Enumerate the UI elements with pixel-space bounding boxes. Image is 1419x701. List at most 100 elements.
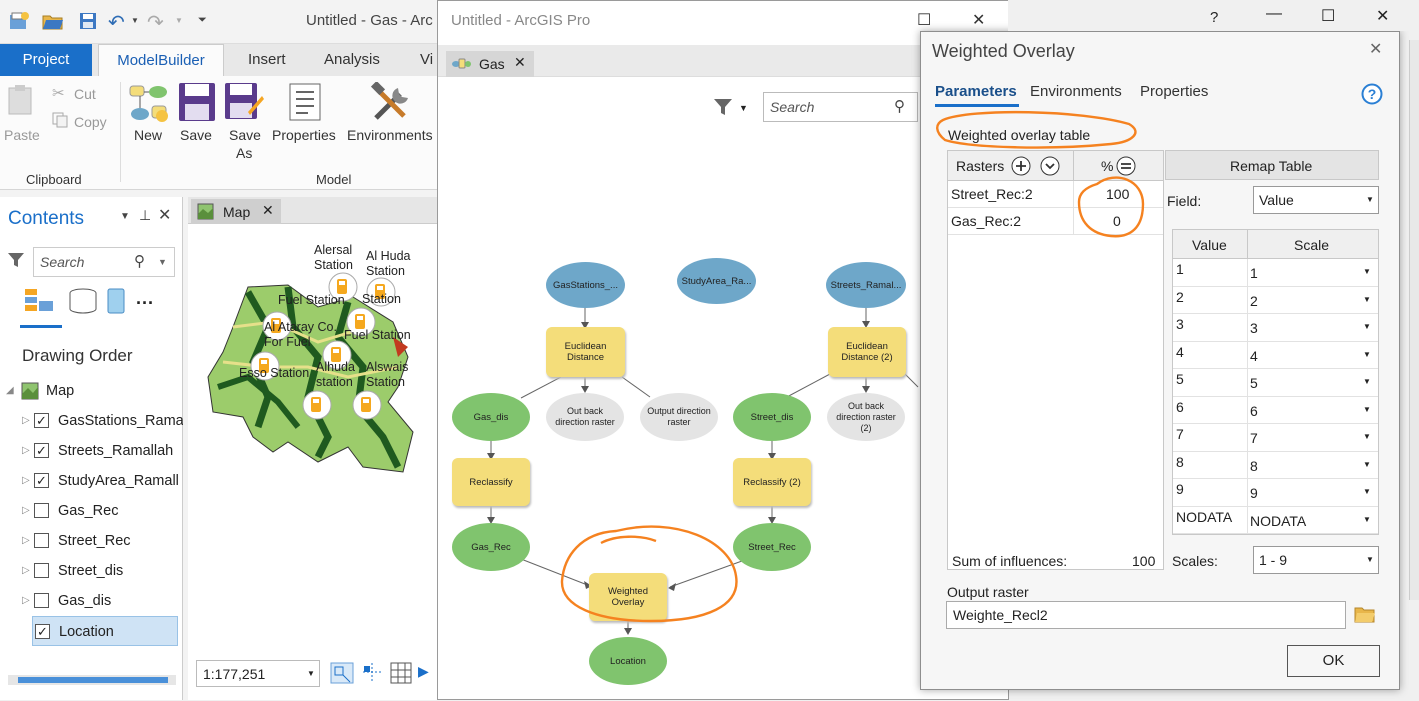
layer-row[interactable]: ▷ Street_Rec (0, 526, 183, 556)
remap-row[interactable]: 2 2 ▼ (1173, 286, 1378, 314)
customize-qat-icon[interactable]: ⏷ (198, 14, 207, 27)
remap-scale[interactable]: NODATA (1250, 513, 1306, 529)
remap-scale[interactable]: 5 (1250, 375, 1258, 391)
properties-button[interactable]: Properties (272, 127, 336, 143)
remap-value[interactable]: 9 (1176, 481, 1184, 497)
chevron-down-icon[interactable]: ▼ (1363, 460, 1371, 469)
model-node-studyarea[interactable]: StudyArea_Ra... (677, 258, 756, 304)
layer-row[interactable]: ▷ ✓ Streets_Ramallah (0, 436, 183, 466)
remap-scale[interactable]: 4 (1250, 348, 1258, 364)
remap-scale[interactable]: 2 (1250, 293, 1258, 309)
model-node-output-direction[interactable]: Output direction raster (640, 393, 718, 441)
expand-icon[interactable]: ▷ (22, 406, 30, 436)
layer-checkbox[interactable] (34, 503, 49, 518)
layer-checkbox[interactable]: ✓ (34, 473, 49, 488)
tab-project[interactable]: Project (0, 44, 92, 76)
pane-menu-icon[interactable]: ▼ (120, 211, 130, 222)
tab-analysis[interactable]: Analysis (310, 44, 394, 76)
model-tool-reclassify[interactable]: Reclassify (452, 458, 530, 506)
save-project-icon[interactable] (78, 11, 100, 31)
layer-checkbox[interactable] (34, 563, 49, 578)
grid-snap-icon[interactable] (360, 662, 384, 684)
layer-row[interactable]: ▷ ✓ GasStations_Rama (0, 406, 183, 436)
output-raster-input[interactable]: Weighte_Recl2 (946, 601, 1346, 629)
save-model-button[interactable]: Save (180, 127, 212, 143)
layer-row[interactable]: ▷ ✓ StudyArea_Ramall (0, 466, 183, 496)
cut-button[interactable]: Cut (74, 86, 96, 102)
expand-icon[interactable]: ▷ (22, 556, 30, 586)
remap-scale[interactable]: 1 (1250, 265, 1258, 281)
remap-value[interactable]: 4 (1176, 344, 1184, 360)
pause-drawing-icon[interactable]: ▶ (418, 663, 429, 680)
minimize-icon[interactable]: — (1266, 5, 1282, 23)
save-as-button-line2[interactable]: As (236, 145, 252, 161)
chevron-down-icon[interactable]: ▼ (1363, 405, 1371, 414)
remap-row[interactable]: 3 3 ▼ (1173, 314, 1378, 342)
model-node-street-dis[interactable]: Street_dis (733, 393, 811, 441)
copy-button[interactable]: Copy (74, 114, 107, 130)
remap-scale[interactable]: 6 (1250, 403, 1258, 419)
tab-insert[interactable]: Insert (234, 44, 300, 76)
environments-button[interactable]: Environments (347, 127, 433, 143)
chevron-down-icon[interactable]: ▼ (1363, 515, 1371, 524)
close-tab-icon[interactable]: ✕ (262, 202, 274, 219)
remap-value[interactable]: 7 (1176, 426, 1184, 442)
chevron-down-icon[interactable]: ▼ (1363, 295, 1371, 304)
expand-icon[interactable]: ▷ (22, 526, 30, 556)
layer-row[interactable]: ▷ Gas_dis (0, 586, 183, 616)
toc-map-row[interactable]: ◢ Map (0, 376, 183, 406)
remap-scale[interactable]: 7 (1250, 430, 1258, 446)
remap-row[interactable]: 4 4 ▼ (1173, 341, 1378, 369)
model-node-gasstations[interactable]: GasStations_... (546, 262, 625, 308)
list-by-source-icon[interactable] (67, 287, 99, 315)
horizontal-scrollbar[interactable] (8, 675, 176, 685)
chevron-down-icon[interactable]: ▼ (1363, 267, 1371, 276)
model-tool-reclassify-2[interactable]: Reclassify (2) (733, 458, 811, 506)
chevron-down-icon[interactable]: ▼ (1363, 322, 1371, 331)
grid-icon[interactable] (390, 662, 412, 684)
remap-row[interactable]: 1 1 ▼ (1173, 259, 1378, 287)
more-options-icon[interactable]: ··· (136, 293, 154, 314)
filter-icon[interactable] (7, 251, 25, 269)
remap-row[interactable]: 9 9 ▼ (1173, 479, 1378, 507)
ok-button[interactable]: OK (1287, 645, 1380, 677)
remap-scale[interactable]: 8 (1250, 458, 1258, 474)
layer-checkbox[interactable]: ✓ (35, 624, 50, 639)
layer-row-selected[interactable]: ▷✓Location (32, 616, 178, 646)
expand-icon[interactable]: ▷ (22, 586, 30, 616)
save-as-button-line1[interactable]: Save (229, 127, 261, 143)
help-icon[interactable]: ? (1210, 9, 1218, 26)
search-dropdown-icon[interactable]: ▼ (158, 257, 167, 267)
expand-icon[interactable]: ▷ (22, 436, 30, 466)
model-node-out-back-direction[interactable]: Out back direction raster (546, 393, 624, 441)
expand-icon[interactable]: ▷ (22, 496, 30, 526)
collapse-icon[interactable]: ◢ (6, 376, 14, 406)
model-node-streets[interactable]: Streets_Ramal... (826, 262, 906, 308)
chevron-down-icon[interactable]: ▼ (1363, 487, 1371, 496)
close-icon[interactable]: ✕ (158, 205, 171, 225)
layer-row[interactable]: ▷ Street_dis (0, 556, 183, 586)
scales-dropdown[interactable]: 1 - 9 ▼ (1253, 546, 1379, 574)
undo-dropdown-icon[interactable]: ▼ (131, 16, 139, 25)
scrollbar-thumb[interactable] (18, 677, 168, 683)
remap-row[interactable]: 5 5 ▼ (1173, 369, 1378, 397)
search-icon[interactable]: ⚲ (134, 252, 145, 270)
model-tool-euclidean-distance-2[interactable]: Euclidean Distance (2) (828, 327, 906, 377)
tab-map[interactable]: Map ✕ (191, 199, 281, 224)
model-node-gas-rec[interactable]: Gas_Rec (452, 523, 530, 571)
paste-button[interactable]: Paste (4, 127, 40, 143)
chevron-down-icon[interactable]: ▼ (1366, 555, 1374, 564)
map-scale-selector[interactable]: 1:177,251 ▼ (196, 660, 320, 687)
remap-value[interactable]: 2 (1176, 289, 1184, 305)
remap-scale[interactable]: 9 (1250, 485, 1258, 501)
maximize-icon[interactable]: ☐ (1321, 6, 1335, 26)
layer-checkbox[interactable] (34, 533, 49, 548)
open-project-icon[interactable] (42, 12, 64, 30)
remap-value[interactable]: 6 (1176, 399, 1184, 415)
model-node-location[interactable]: Location (589, 637, 667, 685)
remap-value[interactable]: NODATA (1176, 509, 1232, 525)
pin-icon[interactable]: ⊥ (139, 207, 151, 224)
layer-checkbox[interactable]: ✓ (34, 443, 49, 458)
layer-checkbox[interactable] (34, 593, 49, 608)
remap-row[interactable]: 8 8 ▼ (1173, 451, 1378, 479)
